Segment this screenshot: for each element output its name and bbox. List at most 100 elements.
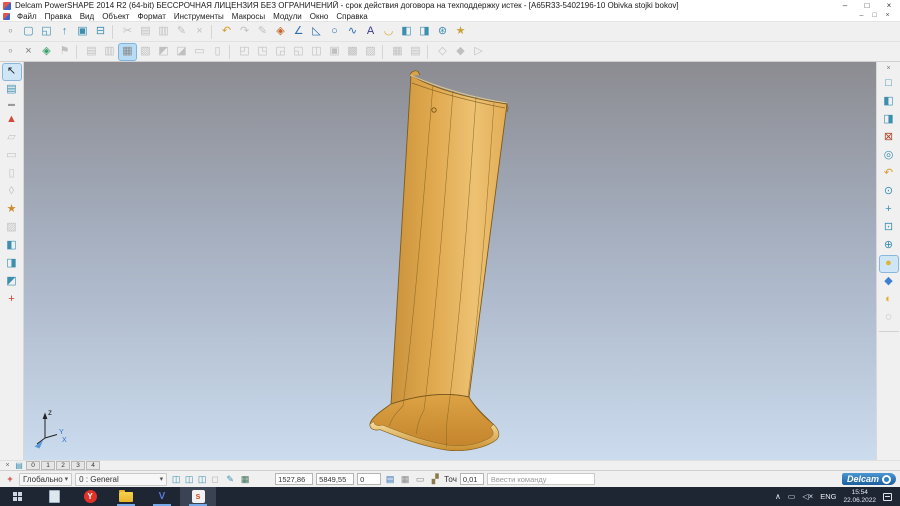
level-tab-1[interactable]: 1 [41,461,55,470]
wizard-tool-button[interactable]: ★ [452,24,469,40]
view-camera-button[interactable]: ◎ [880,148,898,164]
menu-tools[interactable]: Инструменты [170,11,228,22]
command-input[interactable] [487,473,595,485]
undo-button[interactable]: ↶ [218,24,235,40]
print-button[interactable]: ⊟ [92,24,109,40]
mdi-close-button[interactable]: × [881,11,894,21]
menu-help[interactable]: Справка [332,11,371,22]
view-iso-shaded-button[interactable]: ◧ [880,94,898,110]
level-visibility-1[interactable]: ◫ [170,472,182,486]
workspace-select[interactable]: Глобально ▾ [19,473,72,486]
view-along-axis-button[interactable]: ⊠ [880,130,898,146]
level-visibility-2[interactable]: ◫ [183,472,195,486]
taskbar-file-explorer[interactable] [108,487,144,506]
close-dock-button[interactable]: × [880,64,898,74]
surface-bend-button[interactable]: ◩ [155,44,172,60]
delete-button[interactable]: × [191,24,208,40]
translucent-view-button[interactable]: ◌ [880,310,898,326]
tray-expand-icon[interactable]: ∧ [775,492,781,501]
box-add-button[interactable]: ◧ [3,238,21,254]
solid-draft-button[interactable]: ▨ [362,44,379,60]
levels-palette-icon[interactable]: ▤ [13,461,25,470]
view-previous-button[interactable]: ↶ [880,166,898,182]
solid-offset-button[interactable]: ◫ [308,44,325,60]
level-visibility-3[interactable]: ◫ [196,472,208,486]
flag-button[interactable]: ⚑ [56,44,73,60]
language-indicator[interactable]: ENG [820,492,836,501]
paste-button[interactable]: ▥ [155,24,172,40]
cut-button[interactable]: ✂ [119,24,136,40]
text-tool-button[interactable]: A [362,24,379,40]
format-paint-button[interactable]: ✎ [173,24,190,40]
crumple-tool-button[interactable]: ▨ [3,220,21,236]
shaded-view-button[interactable]: ● [880,256,898,272]
open-model-button[interactable]: ◱ [38,24,55,40]
surface-select-button[interactable]: ▦ [119,44,136,60]
menu-format[interactable]: Формат [133,11,169,22]
solid-split-button[interactable]: ◲ [272,44,289,60]
workplane-button[interactable]: ◈ [272,24,289,40]
edit-levels-icon[interactable]: ✎ [224,472,236,486]
block-tool-button[interactable]: ▯ [3,166,21,182]
menu-window[interactable]: Окно [306,11,333,22]
wireframe-view-button[interactable]: ⊕ [880,238,898,254]
sheet-tool-button[interactable]: ▱ [3,130,21,146]
y-coordinate-field[interactable]: 5849,55 [316,473,354,485]
wrap-tool-button[interactable]: ◊ [3,184,21,200]
menu-view[interactable]: Вид [76,11,98,22]
import-button[interactable]: ↑ [56,24,73,40]
solid-thicken-button[interactable]: ▣ [326,44,343,60]
close-toolbar-button[interactable]: × [20,44,37,60]
clamp-tool-button[interactable]: ▭ [3,148,21,164]
assembly-tool-button[interactable]: ⊛ [434,24,451,40]
level-select[interactable]: 0 : General ▾ [75,473,167,486]
position-list-icon[interactable]: ▤ [384,472,396,486]
close-button[interactable]: × [878,0,900,11]
calculator-icon[interactable]: ▦ [399,472,411,486]
menu-modules[interactable]: Модули [269,11,306,22]
mdi-minimize-button[interactable]: – [855,11,868,21]
surface-outline2-button[interactable]: ▯ [209,44,226,60]
line-tool-button[interactable]: ∠ [290,24,307,40]
solid-fillet-button[interactable]: ◱ [290,44,307,60]
taskbar-notes-app[interactable] [36,487,72,506]
surface-network-button[interactable]: ▥ [101,44,118,60]
surface-outline-button[interactable]: ▭ [191,44,208,60]
level-tab-3[interactable]: 3 [71,461,85,470]
multi-solid-button[interactable]: ▤ [407,44,424,60]
minimize-button[interactable]: – [834,0,856,11]
workplane-tree-button[interactable]: ◈ [38,44,55,60]
section-view-button[interactable]: ◆ [880,274,898,290]
zoom-button[interactable]: ⊙ [880,184,898,200]
menu-file[interactable]: Файл [13,11,41,22]
opacity-slider[interactable]: ▬ [3,100,21,110]
keyboard-icon[interactable]: ▭ [414,472,426,486]
surface-pick-button[interactable]: ▧ [137,44,154,60]
morph-button[interactable]: ◆ [452,44,469,60]
display-icon[interactable]: ▭ [788,492,796,501]
edit-sketch-button[interactable]: ✎ [254,24,271,40]
taskbar-yandex-browser[interactable]: Y [72,487,108,506]
solid-join-button[interactable]: ◳ [254,44,271,60]
menu-edit[interactable]: Правка [41,11,76,22]
level-visibility-off[interactable]: ◻ [209,472,221,486]
axis-origin-icon[interactable]: + [4,472,16,486]
circle-tool-button[interactable]: ○ [326,24,343,40]
paint-tools-button[interactable]: ★ [3,202,21,218]
model-viewport[interactable]: z Y X [24,62,876,460]
snap-tool-icon[interactable]: ▞ [429,472,441,486]
wrap-button[interactable]: ▷ [470,44,487,60]
polyline-tool-button[interactable]: ◺ [308,24,325,40]
model-doctor-button[interactable]: + [3,292,21,308]
levels-close-button[interactable]: × [3,462,12,469]
zoom-window-button[interactable]: ⊡ [880,220,898,236]
z-coordinate-field[interactable]: 0 [357,473,381,485]
copy-button[interactable]: ▤ [137,24,154,40]
grid-toggle-icon[interactable]: ▦ [239,472,251,486]
surface-twist-button[interactable]: ◪ [173,44,190,60]
level-tab-0[interactable]: 0 [26,461,40,470]
levels-button[interactable]: ▤ [3,82,21,98]
select-tool-button[interactable]: ↖ [3,64,21,80]
taskbar-powershape-app[interactable]: s [180,487,216,506]
menu-macros[interactable]: Макросы [228,11,269,22]
